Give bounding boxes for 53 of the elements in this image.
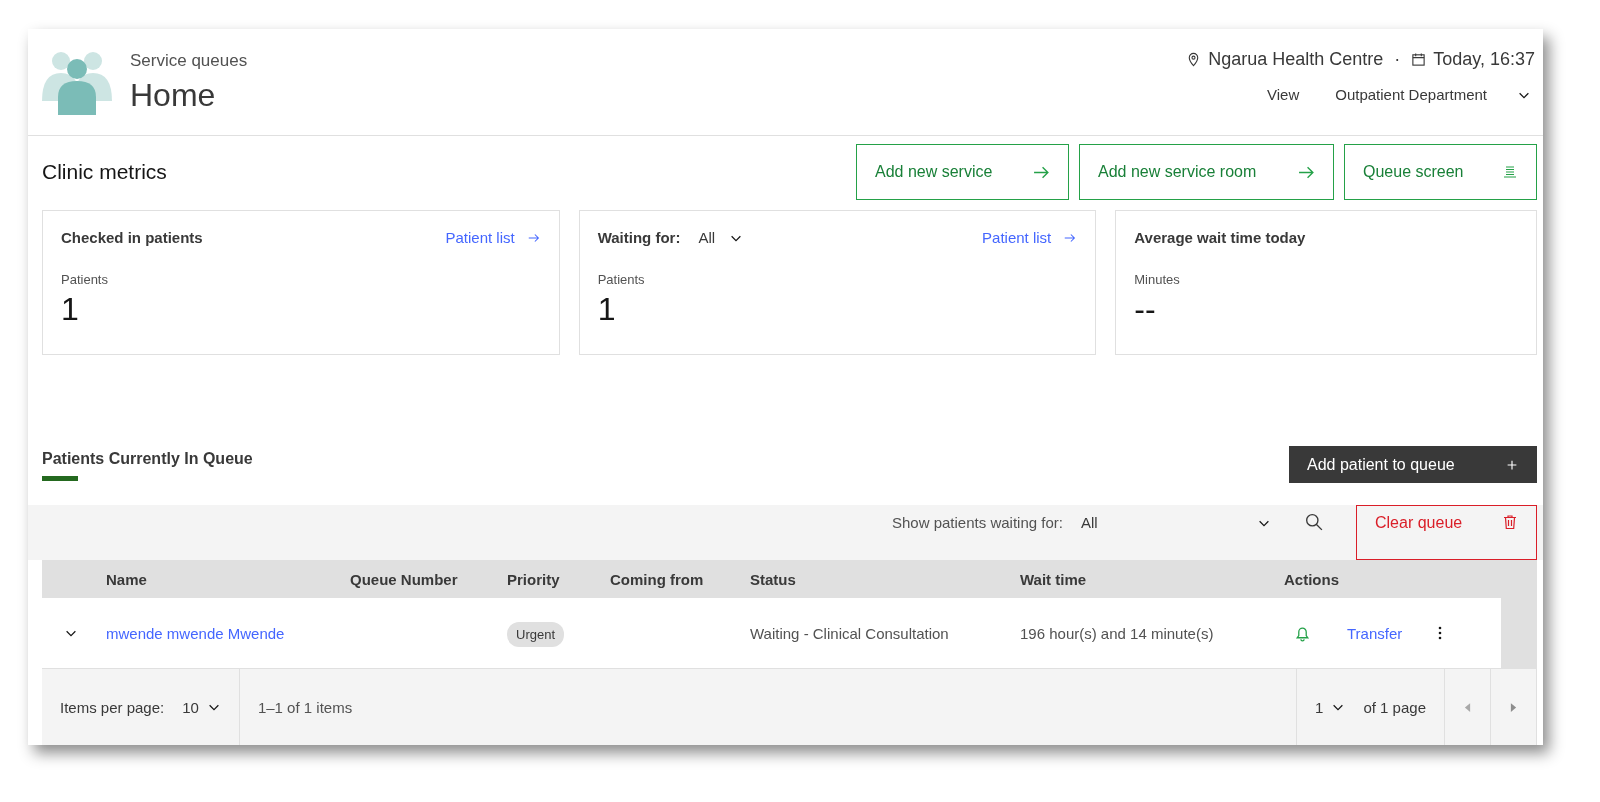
page-subtitle: Service queues bbox=[130, 51, 248, 71]
wait-time-cell-text: 196 hour(s) and 14 minute(s) bbox=[1020, 624, 1215, 642]
outline-button[interactable]: Queue screen bbox=[1344, 144, 1537, 200]
screen-list-icon bbox=[1502, 164, 1518, 180]
calendar-icon bbox=[1411, 52, 1427, 67]
view-dropdown[interactable]: Outpatient Department bbox=[1335, 86, 1535, 103]
search-icon[interactable] bbox=[1304, 513, 1323, 531]
card-title: Waiting for: bbox=[597, 229, 681, 246]
column-header: Priority bbox=[507, 570, 561, 588]
page-total-text: of 1 page bbox=[1363, 698, 1426, 716]
patient-name-link[interactable]: mwende mwende Mwende bbox=[106, 624, 350, 642]
filter-dropdown[interactable]: All bbox=[1080, 514, 1271, 531]
trash-icon bbox=[1502, 514, 1518, 530]
column-header: Status bbox=[750, 570, 797, 588]
people-illustration-icon bbox=[42, 51, 112, 115]
section-title: Patients Currently In Queue bbox=[42, 450, 253, 468]
location-text: Ngarua Health Centre bbox=[1208, 49, 1384, 70]
column-header: Coming from bbox=[610, 570, 705, 588]
caret-left-icon bbox=[1464, 702, 1471, 712]
outline-button[interactable]: Add new service room bbox=[1079, 144, 1334, 200]
metric-value: 1 bbox=[597, 291, 617, 328]
items-per-page-dropdown[interactable]: 10 bbox=[182, 698, 221, 716]
metric-label: Patients bbox=[597, 272, 646, 287]
metric-label: Minutes bbox=[1134, 272, 1181, 287]
filter-label: Show patients waiting for: bbox=[892, 514, 1063, 531]
patient-list-link[interactable]: Patient list bbox=[982, 229, 1078, 246]
card-title: Checked in patients bbox=[61, 229, 203, 246]
priority-tag: Urgent bbox=[507, 621, 565, 647]
page-dropdown[interactable]: 1 bbox=[1315, 698, 1346, 716]
status-cell-text: Waiting - Clinical Consultation bbox=[750, 624, 950, 642]
metric-label: Patients bbox=[61, 272, 109, 287]
overflow-menu-icon[interactable] bbox=[1438, 626, 1443, 640]
caret-right-icon bbox=[1510, 702, 1517, 712]
patient-list-link[interactable]: Patient list bbox=[445, 229, 541, 246]
column-header: Actions bbox=[1284, 570, 1340, 588]
separator: · bbox=[1394, 49, 1401, 70]
card-title: Average wait time today bbox=[1134, 229, 1306, 246]
column-header: Wait time bbox=[1020, 570, 1088, 588]
page-title: Home bbox=[130, 77, 217, 114]
column-header: Name bbox=[106, 570, 148, 588]
clear-queue-button[interactable]: Clear queue bbox=[1356, 505, 1537, 560]
view-label: View bbox=[1267, 86, 1300, 103]
items-per-page-label: Items per page: bbox=[60, 698, 165, 716]
add-patient-button[interactable]: Add patient to queue bbox=[1289, 446, 1537, 483]
transfer-link[interactable]: Transfer bbox=[1347, 624, 1403, 642]
outline-button[interactable]: Add new service bbox=[856, 144, 1069, 200]
filter-dropdown[interactable]: All bbox=[698, 229, 744, 246]
date-time-text: Today, 16:37 bbox=[1433, 49, 1535, 70]
metric-value: -- bbox=[1134, 291, 1157, 328]
items-range-text: 1–1 of 1 items bbox=[256, 697, 353, 718]
section-title: Clinic metrics bbox=[42, 160, 167, 184]
column-header: Queue Number bbox=[350, 570, 459, 588]
metric-value: 1 bbox=[61, 291, 80, 328]
